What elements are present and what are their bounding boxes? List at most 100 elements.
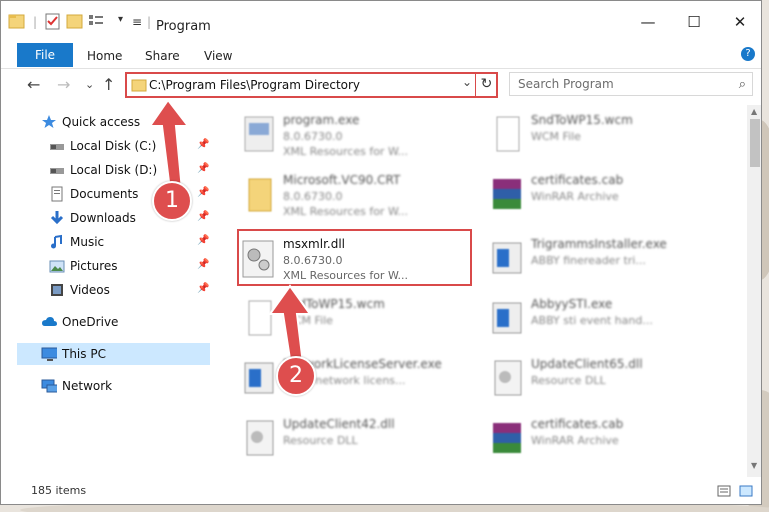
sidebar-item-label: Music (70, 235, 105, 249)
file-name: certificates.cab (531, 417, 624, 431)
tab-view[interactable]: View (204, 49, 232, 63)
maximize-button[interactable]: ☐ (671, 7, 717, 37)
pin-icon[interactable]: 📌 (197, 211, 209, 222)
chevron-down-icon[interactable]: ⌄ (462, 75, 472, 89)
file-tile[interactable]: UpdateClient65.dll Resource DLL (465, 349, 705, 409)
sidebar-item-label: Downloads (70, 211, 136, 225)
file-tile[interactable]: NetworkLicenseServer.exe ABBY network li… (217, 349, 457, 409)
details-view-icon[interactable] (717, 485, 731, 497)
refresh-button[interactable]: ↻ (475, 73, 497, 96)
cloud-icon (42, 317, 57, 326)
scroll-down-icon[interactable]: ▼ (751, 461, 757, 470)
customize-qat-icon[interactable] (87, 12, 109, 30)
vertical-scrollbar[interactable]: ▲ ▼ (747, 105, 761, 477)
recent-locations-button[interactable]: ⌄ (85, 78, 94, 91)
file-name: SndToWP15.wcm (531, 113, 633, 127)
folder-icon (131, 79, 147, 92)
search-icon: ⌕ (738, 77, 746, 92)
pin-icon[interactable]: 📌 (197, 139, 209, 150)
sidebar-item-music[interactable]: Music 📌 (17, 231, 211, 253)
drive-icon (50, 168, 64, 174)
search-input[interactable]: Search Program (518, 77, 614, 91)
sidebar-item-pictures[interactable]: Pictures 📌 (17, 255, 211, 277)
star-icon (42, 115, 56, 128)
dll-file-icon (494, 360, 522, 396)
network-icon (41, 379, 57, 393)
file-name: program.exe (283, 113, 360, 127)
file-tile[interactable]: certificates.cab WinRAR Archive (465, 409, 705, 469)
pin-icon[interactable]: 📌 (197, 187, 209, 198)
sidebar-item-label: Documents (70, 187, 139, 201)
minimize-button[interactable]: — (625, 7, 671, 37)
sidebar-item-local-disk-c[interactable]: Local Disk (C:) 📌 (17, 135, 211, 157)
exe-file-icon (244, 116, 274, 152)
file-version: 8.0.6730.0 (283, 190, 343, 203)
file-tile[interactable]: UpdateClient42.dll Resource DLL (217, 409, 457, 469)
file-tile[interactable]: AbbyySTI.exe ABBY sti event hand... (465, 289, 705, 349)
minimize-icon: — (640, 13, 656, 31)
file-tile[interactable]: certificates.cab WinRAR Archive (465, 165, 705, 225)
file-description: XML Resources for W... (283, 145, 409, 158)
pin-icon[interactable]: 📌 (197, 163, 209, 174)
tab-home[interactable]: Home (87, 49, 122, 63)
callout-2: 2 (276, 356, 316, 396)
search-box[interactable]: Search Program ⌕ (509, 72, 753, 96)
file-tile[interactable]: TrigrammsInstaller.exe ABBY finereader t… (465, 229, 705, 289)
sidebar-item-this-pc[interactable]: This PC (17, 343, 210, 365)
file-tile[interactable]: SndToWP15.wcm WCM File (217, 289, 457, 349)
sidebar-item-label: Local Disk (D:) (70, 163, 158, 177)
sidebar-item-label: Videos (70, 283, 110, 297)
maximize-icon: ☐ (687, 13, 701, 31)
archive-icon (493, 179, 521, 209)
scrollbar-thumb[interactable] (750, 119, 760, 167)
sidebar-item-label: Local Disk (C:) (70, 139, 157, 153)
up-button[interactable]: ↑ (102, 75, 115, 94)
title-bar: | ▾ ≡ | Program — ☐ ✕ (1, 1, 761, 41)
qat-pin-icon[interactable]: ≡ (132, 15, 142, 29)
file-type: WinRAR Archive (531, 434, 619, 447)
file-tile[interactable]: Microsoft.VC90.CRT 8.0.6730.0 XML Resour… (217, 165, 457, 225)
file-name: TrigrammsInstaller.exe (531, 237, 667, 251)
file-name: AbbyySTI.exe (531, 297, 613, 311)
file-tile[interactable]: SndToWP15.wcm WCM File (465, 105, 705, 165)
file-tile[interactable]: program.exe 8.0.6730.0 XML Resources for… (217, 105, 457, 165)
new-folder-icon[interactable] (65, 12, 85, 30)
sidebar-item-videos[interactable]: Videos 📌 (17, 279, 211, 301)
file-type: Resource DLL (283, 434, 358, 447)
highlight-box (237, 229, 472, 286)
large-icons-view-icon[interactable] (739, 485, 753, 497)
download-icon (50, 211, 64, 225)
qat-dropdown-icon[interactable]: ▾ (118, 14, 123, 25)
file-description: ABBY sti event hand... (531, 314, 653, 327)
sidebar-item-label: OneDrive (62, 315, 119, 329)
folder-icon (248, 178, 272, 212)
sidebar-item-label: Network (62, 379, 113, 393)
sidebar-item-local-disk-d[interactable]: Local Disk (D:) 📌 (17, 159, 211, 181)
file-name: UpdateClient42.dll (283, 417, 395, 431)
address-bar[interactable]: C:\Program Files\Program Directory ⌄ ↻ (125, 72, 498, 98)
sidebar-item-quick-access[interactable]: Quick access (17, 111, 211, 133)
tab-file[interactable]: File (17, 43, 73, 67)
sidebar-item-onedrive[interactable]: OneDrive (17, 311, 211, 333)
file-name: certificates.cab (531, 173, 624, 187)
sidebar-item-network[interactable]: Network (17, 375, 211, 397)
folder-icon (8, 14, 25, 29)
properties-icon[interactable] (43, 12, 63, 30)
file-name: Microsoft.VC90.CRT (283, 173, 401, 187)
callout-1: 1 (152, 181, 192, 221)
back-button[interactable]: ← (27, 75, 40, 94)
help-icon[interactable]: ? (741, 47, 755, 61)
file-type: WCM File (283, 314, 333, 327)
document-file-icon (248, 300, 272, 336)
forward-button[interactable]: → (57, 75, 70, 94)
pin-icon[interactable]: 📌 (197, 283, 209, 294)
item-count: 185 items (31, 484, 87, 497)
scroll-up-icon[interactable]: ▲ (751, 107, 757, 116)
file-name: SndToWP15.wcm (283, 297, 385, 311)
sidebar-item-label: Pictures (70, 259, 118, 273)
close-button[interactable]: ✕ (717, 7, 761, 37)
tab-share[interactable]: Share (145, 49, 180, 63)
pin-icon[interactable]: 📌 (197, 235, 209, 246)
pin-icon[interactable]: 📌 (197, 259, 209, 270)
status-bar: 185 items (1, 479, 761, 503)
